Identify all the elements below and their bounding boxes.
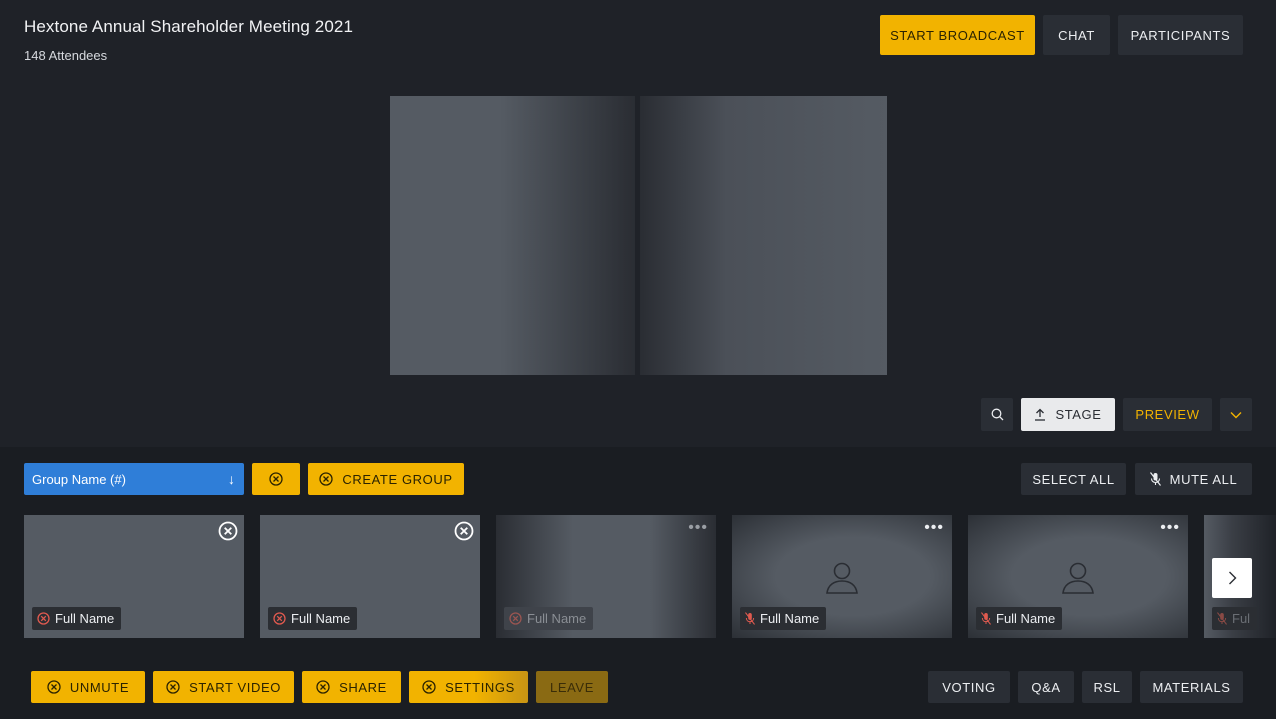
leave-label: LEAVE xyxy=(550,679,594,695)
participant-name-tag: Full Name xyxy=(976,607,1063,630)
close-circle-icon xyxy=(37,612,50,625)
close-circle-icon[interactable] xyxy=(218,521,238,541)
stage-button[interactable]: STAGE xyxy=(1021,398,1115,431)
close-circle-icon xyxy=(319,472,334,486)
close-circle-icon xyxy=(269,472,283,486)
person-icon xyxy=(826,562,858,594)
more-icon[interactable]: ••• xyxy=(1160,520,1180,536)
clear-group-button[interactable] xyxy=(252,463,300,495)
qa-button[interactable]: Q&A xyxy=(1018,671,1074,703)
preview-label: PREVIEW xyxy=(1135,407,1200,422)
close-circle-icon xyxy=(273,612,286,625)
mic-off-icon xyxy=(745,612,755,625)
materials-button[interactable]: MATERIALS xyxy=(1140,671,1243,703)
rsl-label: RSL xyxy=(1093,679,1121,695)
next-tiles-button[interactable] xyxy=(1212,558,1252,598)
share-label: SHARE xyxy=(339,679,387,695)
close-circle-icon xyxy=(47,680,61,694)
create-group-label: CREATE GROUP xyxy=(342,471,453,487)
rsl-button[interactable]: RSL xyxy=(1082,671,1132,703)
participant-name: Full Name xyxy=(760,611,820,626)
mute-all-button[interactable]: MUTE ALL xyxy=(1135,463,1252,495)
start-broadcast-label: START BROADCAST xyxy=(890,27,1025,43)
participant-tile[interactable]: Full Name xyxy=(260,515,480,638)
search-icon xyxy=(991,408,1003,421)
start-video-label: START VIDEO xyxy=(189,679,281,695)
participant-name-tag: Full Name xyxy=(504,607,594,630)
participant-name-tag: Ful xyxy=(1212,607,1258,630)
participant-name: Full Name xyxy=(55,611,115,626)
stage-video xyxy=(390,96,887,375)
mic-off-icon xyxy=(981,612,991,625)
participant-name-tag: Full Name xyxy=(740,607,827,630)
create-group-button[interactable]: CREATE GROUP xyxy=(308,463,464,495)
chevron-down-icon xyxy=(1230,411,1242,418)
select-all-button[interactable]: SELECT ALL xyxy=(1021,463,1126,495)
select-all-label: SELECT ALL xyxy=(1032,471,1115,487)
qa-label: Q&A xyxy=(1031,679,1061,695)
participant-tile[interactable]: ••• Full Name xyxy=(732,515,952,638)
stage-label: STAGE xyxy=(1055,407,1102,422)
group-select-value: Group Name (#) xyxy=(32,471,126,487)
group-select[interactable]: Group Name (#) ↓ xyxy=(24,463,244,495)
settings-label: SETTINGS xyxy=(445,679,515,695)
more-icon[interactable]: ••• xyxy=(688,520,708,536)
stage-video-right xyxy=(640,96,887,375)
start-broadcast-button[interactable]: START BROADCAST xyxy=(880,15,1035,55)
stage-options-button[interactable] xyxy=(1220,398,1252,431)
arrow-down-icon: ↓ xyxy=(228,471,235,487)
participant-tile[interactable]: ••• Full Name xyxy=(968,515,1188,638)
attendee-count: 148 Attendees xyxy=(24,48,108,63)
participants-label: PARTICIPANTS xyxy=(1130,27,1231,43)
participant-name: Full Name xyxy=(291,611,351,626)
start-video-button[interactable]: START VIDEO xyxy=(153,671,294,703)
meeting-title: Hextone Annual Shareholder Meeting 2021 xyxy=(24,17,354,36)
stage-video-left xyxy=(390,96,635,375)
chat-button[interactable]: CHAT xyxy=(1043,15,1110,55)
close-circle-icon xyxy=(422,680,436,694)
participant-name-tag: Full Name xyxy=(32,607,122,630)
mute-all-label: MUTE ALL xyxy=(1169,471,1238,487)
leave-button[interactable]: LEAVE xyxy=(536,671,608,703)
share-button[interactable]: SHARE xyxy=(302,671,401,703)
close-circle-icon[interactable] xyxy=(454,521,474,541)
participant-name: Ful xyxy=(1232,611,1251,626)
preview-button[interactable]: PREVIEW xyxy=(1123,398,1212,431)
unmute-button[interactable]: UNMUTE xyxy=(31,671,145,703)
materials-label: MATERIALS xyxy=(1152,679,1231,695)
close-circle-icon xyxy=(166,680,180,694)
chevron-right-icon xyxy=(1228,571,1236,585)
upload-icon xyxy=(1035,408,1046,421)
voting-label: VOTING xyxy=(942,679,996,695)
participant-name: Full Name xyxy=(527,611,587,626)
close-circle-icon xyxy=(509,612,522,625)
search-button[interactable] xyxy=(981,398,1013,431)
mic-off-icon xyxy=(1217,612,1227,625)
participant-tile[interactable]: ••• Full Name xyxy=(496,515,716,638)
unmute-label: UNMUTE xyxy=(69,679,130,695)
participant-name-tag: Full Name xyxy=(268,607,358,630)
person-icon xyxy=(1062,562,1094,594)
more-icon[interactable]: ••• xyxy=(924,520,944,536)
mic-off-icon xyxy=(1149,472,1161,486)
close-circle-icon xyxy=(316,680,330,694)
settings-button[interactable]: SETTINGS xyxy=(409,671,528,703)
participant-tile[interactable]: Full Name xyxy=(24,515,244,638)
participant-name: Full Name xyxy=(996,611,1056,626)
voting-button[interactable]: VOTING xyxy=(928,671,1010,703)
participants-button[interactable]: PARTICIPANTS xyxy=(1118,15,1243,55)
chat-label: CHAT xyxy=(1058,27,1095,43)
